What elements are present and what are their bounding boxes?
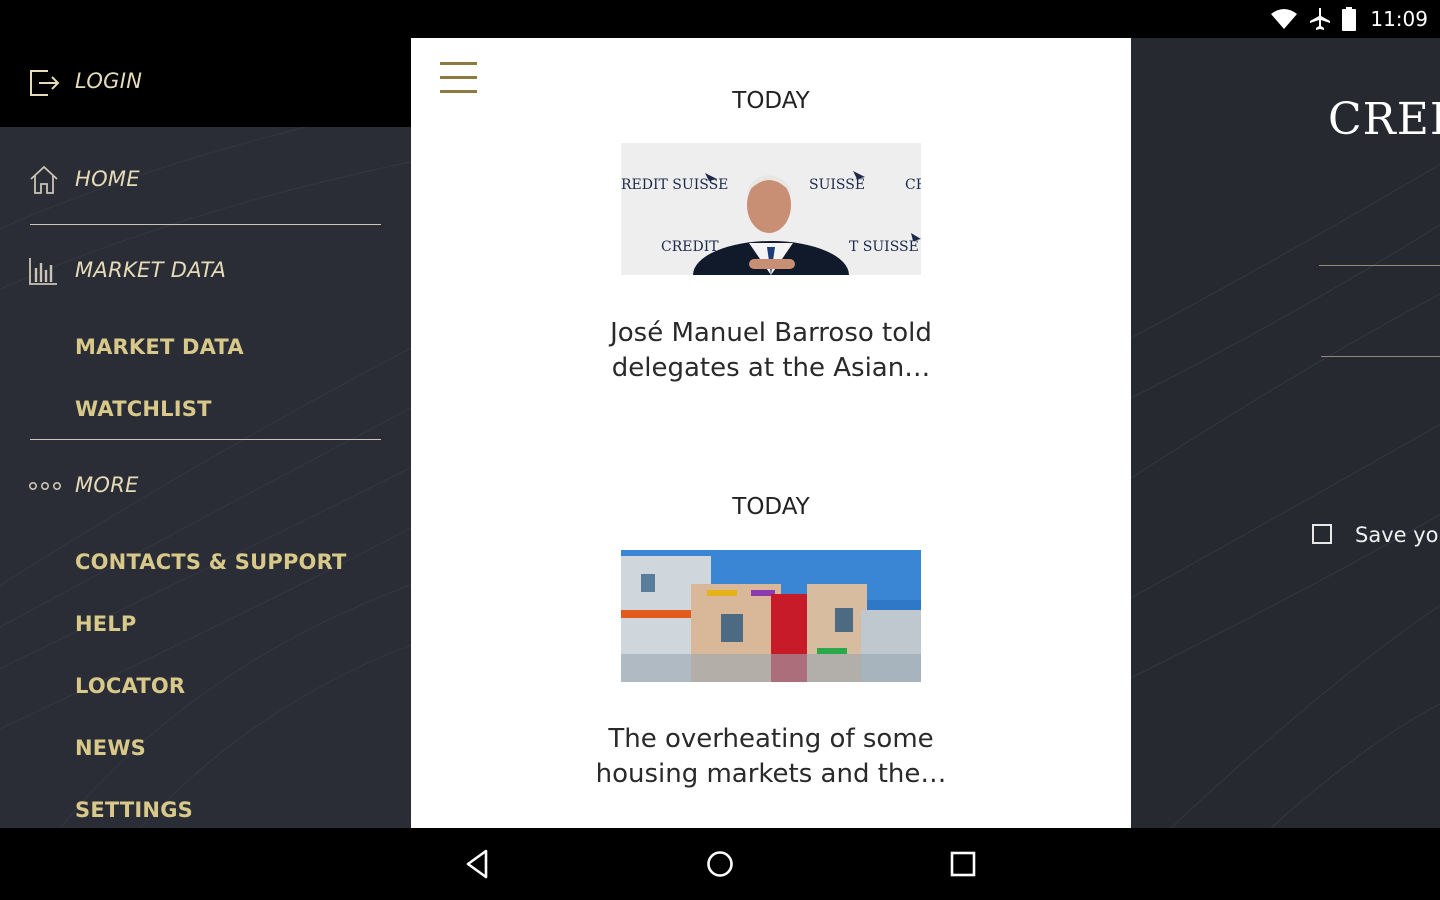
- status-time: 11:09: [1370, 7, 1428, 31]
- back-button[interactable]: [460, 846, 496, 882]
- news-feed-panel: TODAY REDIT SUISSE SUISSE CR CREDIT T SU…: [411, 38, 1131, 828]
- sidebar-item-news[interactable]: NEWS: [75, 736, 146, 760]
- navigation-drawer: LOGIN HOME MARKET DATA MARKET DATA WATCH…: [0, 38, 411, 828]
- save-username-checkbox[interactable]: [1312, 524, 1332, 544]
- news-headline-line: The overheating of some: [608, 724, 934, 754]
- sidebar-item-contacts-support[interactable]: CONTACTS & SUPPORT: [75, 550, 347, 574]
- system-navigation-bar: [0, 828, 1440, 900]
- nav-market-data-label: MARKET DATA: [75, 258, 227, 282]
- divider: [30, 439, 381, 440]
- sidebar-item-settings[interactable]: SETTINGS: [75, 798, 193, 822]
- more-dots-icon: [28, 481, 61, 491]
- sidebar-item-watchlist[interactable]: WATCHLIST: [75, 397, 212, 421]
- home-button[interactable]: [702, 846, 738, 882]
- nav-home-label: HOME: [75, 167, 140, 191]
- menu-icon-bar: [440, 62, 477, 65]
- battery-icon: [1342, 7, 1357, 31]
- status-icons: 11:09: [1270, 6, 1428, 32]
- news-headline: José Manuel Barroso told delegates at th…: [571, 316, 971, 386]
- news-image-housing: [621, 550, 921, 682]
- login-screen-background: CRED Save you: [1131, 38, 1440, 828]
- news-image-press-conference: REDIT SUISSE SUISSE CR CREDIT T SUISSE: [621, 143, 921, 275]
- svg-text:SUISSE: SUISSE: [809, 177, 865, 193]
- menu-icon-bar: [440, 76, 477, 79]
- news-date: TODAY: [732, 494, 810, 520]
- svg-text:T SUISSE: T SUISSE: [849, 239, 919, 255]
- sidebar-background-pattern: [0, 101, 411, 828]
- news-headline-line: José Manuel Barroso told: [610, 318, 932, 348]
- news-headline-line: delegates at the Asian…: [611, 353, 931, 383]
- news-headline-line: housing markets and the…: [595, 759, 947, 789]
- username-field-underline[interactable]: [1319, 265, 1440, 266]
- sidebar-item-locator[interactable]: LOCATOR: [75, 674, 185, 698]
- bar-chart-icon: [29, 258, 57, 285]
- login-label: LOGIN: [75, 69, 143, 93]
- save-username-label: Save you: [1355, 523, 1440, 547]
- news-headline: The overheating of some housing markets …: [571, 722, 971, 792]
- right-background-pattern: [1131, 163, 1440, 828]
- recents-button[interactable]: [945, 846, 981, 882]
- wifi-icon: [1271, 9, 1298, 29]
- password-field-underline[interactable]: [1321, 356, 1440, 357]
- airplane-icon: [1310, 8, 1331, 30]
- svg-text:CR: CR: [905, 177, 921, 193]
- nav-more-label: MORE: [75, 473, 139, 497]
- news-date: TODAY: [732, 88, 810, 114]
- brand-logo-text: CRED: [1328, 94, 1440, 145]
- login-button[interactable]: LOGIN: [0, 38, 411, 127]
- sidebar-item-market-data[interactable]: MARKET DATA: [75, 335, 244, 359]
- divider: [30, 224, 381, 225]
- status-bar: 11:09: [0, 0, 1440, 38]
- svg-text:CREDIT: CREDIT: [661, 239, 719, 255]
- login-icon: [30, 70, 60, 96]
- home-icon: [30, 165, 58, 194]
- sidebar-item-help[interactable]: HELP: [75, 612, 137, 636]
